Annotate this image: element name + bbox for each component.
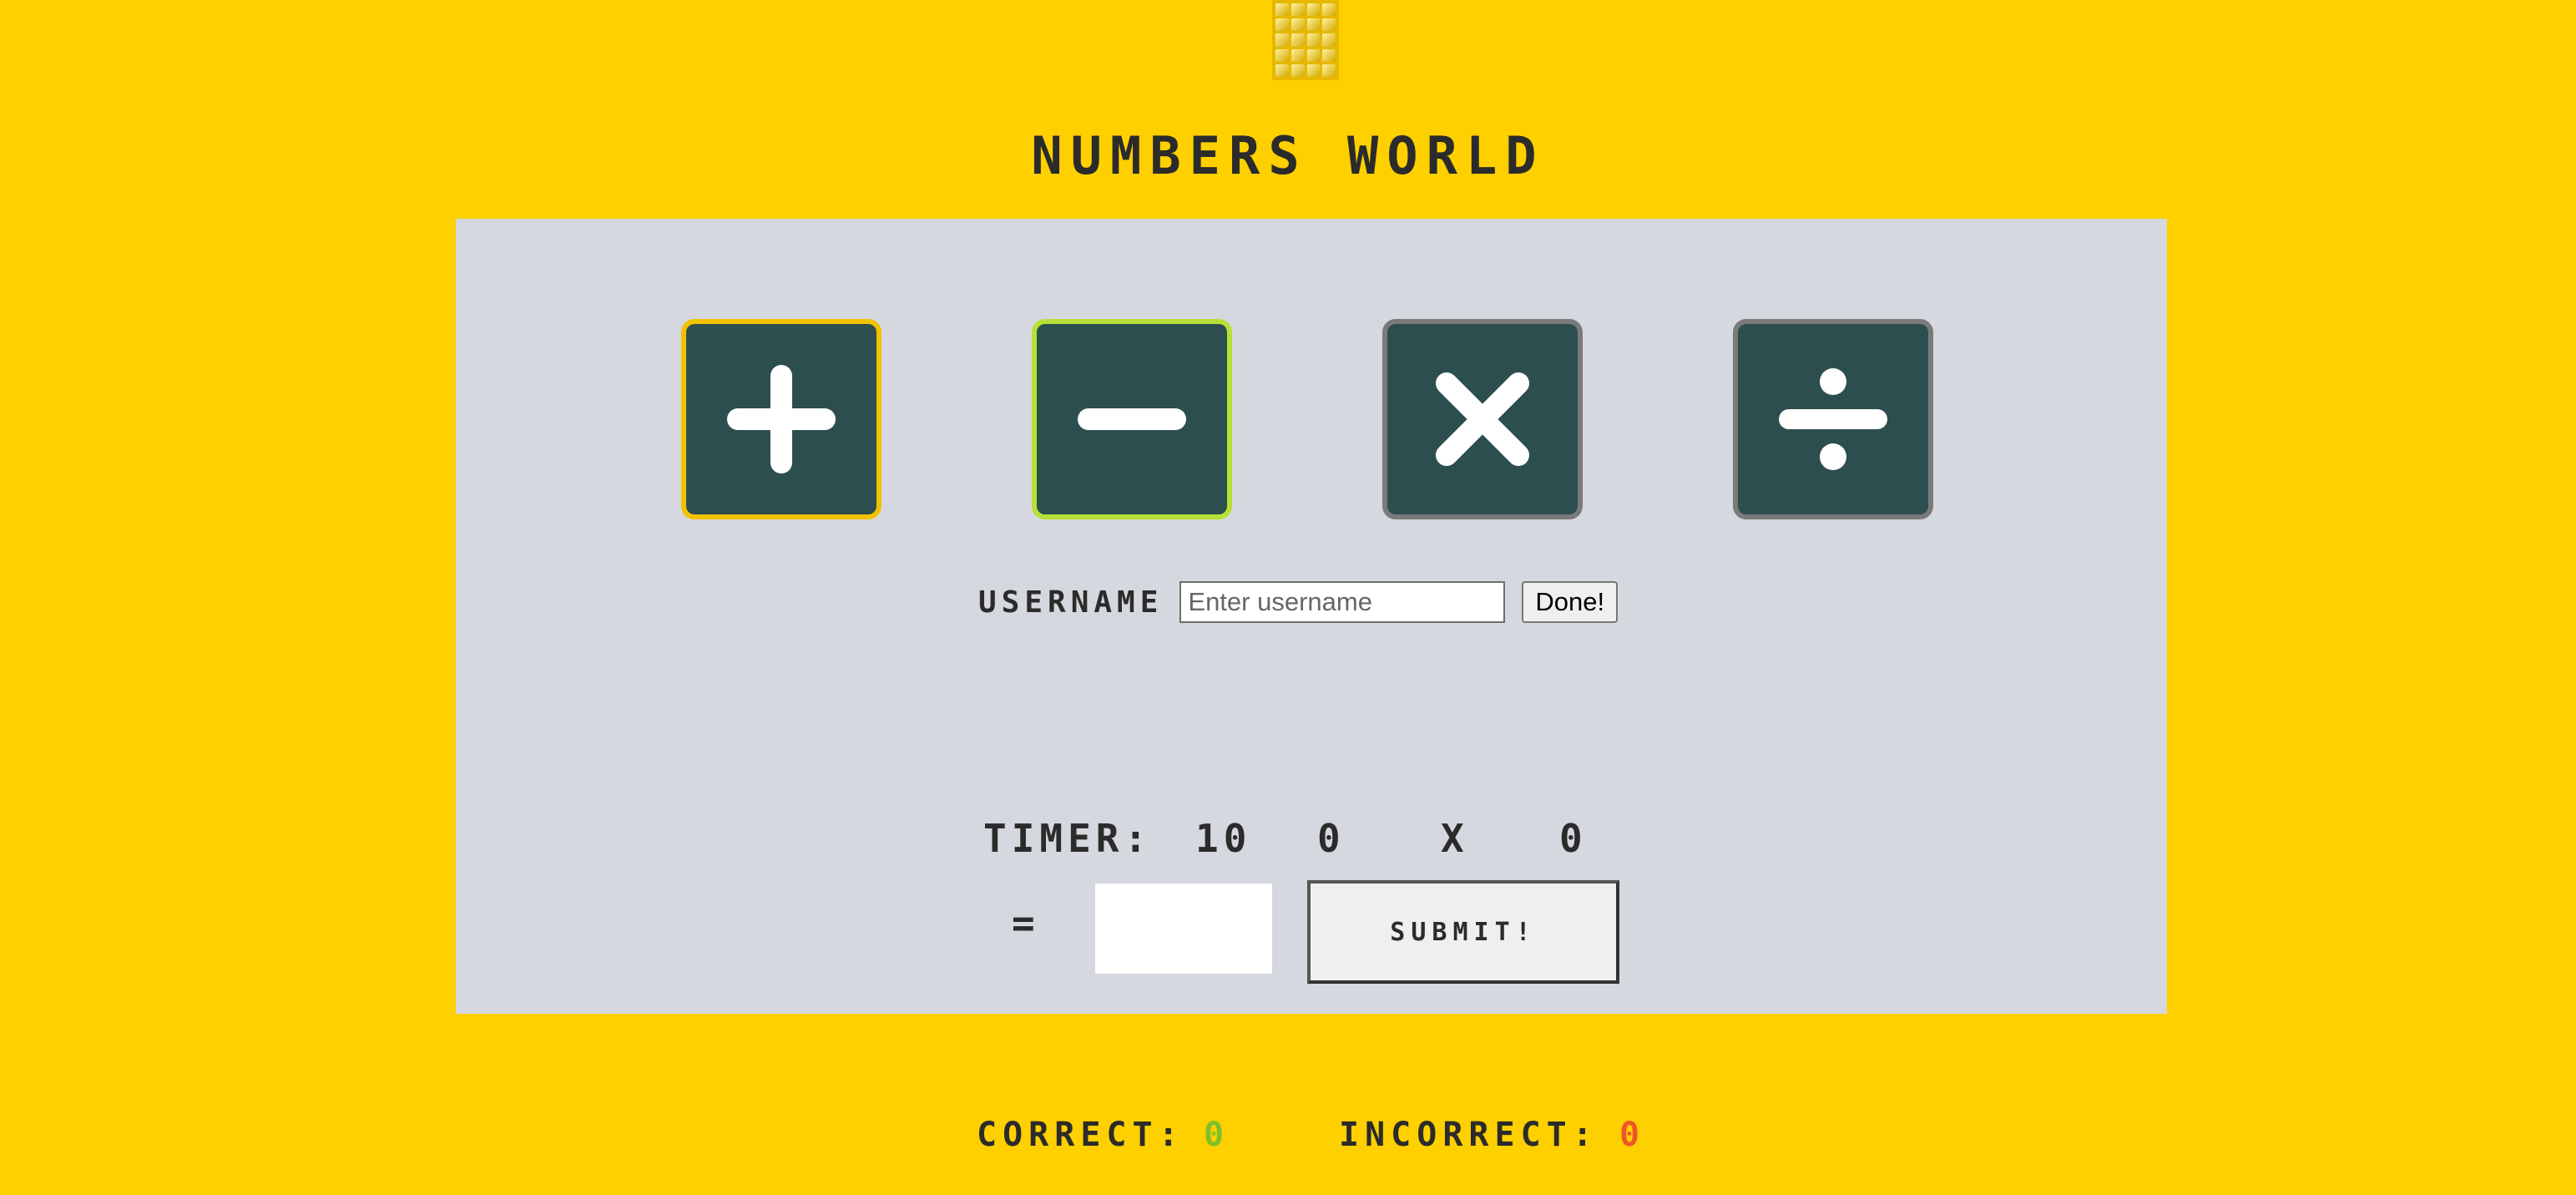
- times-icon: [1436, 372, 1529, 466]
- correct-label: CORRECT:: [977, 1116, 1184, 1154]
- correct-count: 0: [1204, 1116, 1230, 1154]
- division-button[interactable]: [1733, 319, 1933, 519]
- addition-button[interactable]: [681, 319, 881, 519]
- operand-2: 0: [1559, 816, 1588, 861]
- operator-symbol: X: [1441, 816, 1469, 861]
- username-label: USERNAME: [978, 585, 1164, 620]
- done-button[interactable]: Done!: [1522, 581, 1619, 623]
- timer-value: 10: [1195, 816, 1252, 861]
- username-row: USERNAME Done!: [978, 580, 1619, 625]
- username-input[interactable]: [1179, 581, 1506, 623]
- incorrect-count: 0: [1619, 1116, 1646, 1154]
- minus-icon: [1078, 408, 1186, 430]
- divide-icon: [1779, 368, 1887, 470]
- operand-1: 0: [1317, 816, 1346, 861]
- incorrect-label: INCORRECT:: [1339, 1116, 1599, 1154]
- plus-icon: [727, 365, 836, 473]
- answer-input[interactable]: [1095, 884, 1272, 974]
- game-panel: USERNAME Done! TIMER: 10 0 X 0 = SUBMIT!: [456, 219, 2167, 1014]
- multiplication-button[interactable]: [1382, 319, 1583, 519]
- equals-sign: =: [1012, 900, 1035, 945]
- calculator-keypad-logo: [1272, 0, 1339, 80]
- page-title: NUMBERS WORLD: [1031, 125, 1545, 186]
- subtraction-button[interactable]: [1032, 319, 1232, 519]
- timer-label: TIMER:: [983, 816, 1153, 861]
- submit-button[interactable]: SUBMIT!: [1307, 880, 1619, 984]
